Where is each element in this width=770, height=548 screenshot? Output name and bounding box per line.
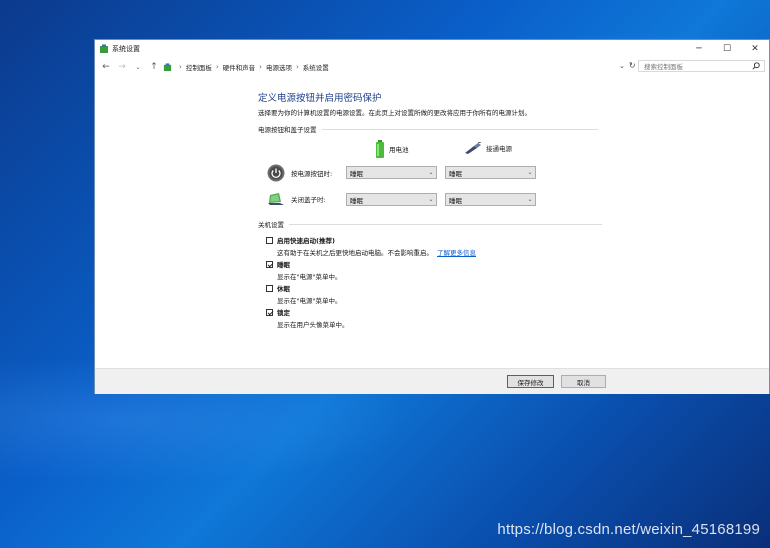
forward-arrow-icon[interactable]: → [117,62,127,72]
breadcrumb-hardware-sound[interactable]: 硬件和声音 [223,62,256,72]
option-fast-startup: 启用快速启动(推荐) 这有助于在关机之后更快地启动电脑。不会影响重启。 了解更多信… [266,235,476,257]
fast-startup-description: 这有助于在关机之后更快地启动电脑。不会影响重启。 [277,249,433,257]
sleep-description: 显示在"电源"菜单中。 [277,273,342,281]
refresh-icon[interactable]: ↻ [629,61,636,70]
search-box[interactable]: 搜索控制面板 [638,60,765,72]
search-input[interactable]: 搜索控制面板 [644,61,752,71]
plugged-column-header: 接通电源 [464,142,512,154]
power-section-label: 电源按钮和盖子设置 [258,126,317,134]
watermark-text: https://blog.csdn.net/weixin_45168199 [497,521,760,538]
breadcrumb-separator-icon: › [259,63,262,71]
power-button-battery-select[interactable]: 睡眠 ⌄ [346,166,437,179]
breadcrumb-separator-icon: › [215,63,219,71]
maximize-button[interactable]: ☐ [713,40,741,58]
chevron-down-icon: ⌄ [527,196,533,203]
save-changes-button[interactable]: 保存修改 [507,375,554,388]
power-button-row: 按电源按钮时: [267,164,332,182]
address-bar: ← → ⌄ ↑ › 控制面板 › 硬件和声音 › 电源选项 › 系统设置 ⌄ ↻… [95,58,769,76]
battery-icon [376,140,384,158]
battery-column-label: 用电池 [389,146,409,154]
power-button-label: 按电源按钮时: [291,170,333,178]
sleep-label[interactable]: 睡眠 [277,259,290,269]
close-lid-battery-select[interactable]: 睡眠 ⌄ [346,193,437,206]
option-hibernate: 休眠 显示在"电源"菜单中。 [266,283,341,305]
option-lock: 锁定 显示在用户头像菜单中。 [266,307,349,329]
lock-label[interactable]: 锁定 [277,307,290,317]
option-sleep: 睡眠 显示在"电源"菜单中。 [266,259,341,281]
up-arrow-icon[interactable]: ↑ [149,62,159,72]
select-value: 睡眠 [449,196,462,205]
minimize-button[interactable]: ─ [685,40,713,58]
footer-bar: 保存修改 取消 [95,368,769,394]
fast-startup-desc: 这有助于在关机之后更快地启动电脑。不会影响重启。 了解更多信息 [277,247,476,257]
breadcrumb-system-settings[interactable]: 系统设置 [303,62,329,72]
plugged-column-label: 接通电源 [486,145,512,153]
title-bar[interactable]: 系统设置 ─ ☐ ✕ [95,40,769,58]
lock-checkbox[interactable] [266,308,273,316]
chevron-down-icon: ⌄ [428,169,434,176]
sleep-checkbox[interactable] [266,260,273,268]
section-divider [289,223,602,225]
shutdown-section-label: 关机设置 [258,221,284,229]
hibernate-description: 显示在"电源"菜单中。 [277,297,342,305]
shutdown-section-header: 关机设置 [258,219,602,229]
section-divider [321,128,598,130]
control-panel-icon [163,62,172,71]
close-lid-plugged-select[interactable]: 睡眠 ⌄ [445,193,536,206]
chevron-down-icon: ⌄ [428,196,434,203]
system-settings-window: 系统设置 ─ ☐ ✕ ← → ⌄ ↑ › 控制面板 › 硬件和声音 › 电源选项… [94,39,770,394]
back-arrow-icon[interactable]: ← [101,62,111,72]
fast-startup-checkbox[interactable] [266,236,273,244]
laptop-lid-icon [268,193,284,205]
close-lid-row: 关闭盖子时: [267,192,326,206]
select-value: 睡眠 [350,169,363,178]
select-value: 睡眠 [449,169,462,178]
select-value: 睡眠 [350,196,363,205]
breadcrumb-separator-icon: › [295,63,299,71]
recent-locations-chevron-icon[interactable]: ⌄ [133,64,143,71]
close-button[interactable]: ✕ [741,40,769,58]
page-title: 定义电源按钮并启用密码保护 [258,93,382,104]
breadcrumb: › 控制面板 › 硬件和声音 › 电源选项 › 系统设置 [163,62,329,72]
page-subtitle: 选择要为你的计算机设置的电源设置。在此页上对设置所做的更改将应用于你所有的电源计… [258,109,531,117]
breadcrumb-power-options[interactable]: 电源选项 [266,62,292,72]
chevron-down-icon: ⌄ [527,169,533,176]
cancel-button[interactable]: 取消 [561,375,606,388]
hibernate-label[interactable]: 休眠 [277,283,290,293]
fast-startup-label[interactable]: 启用快速启动(推荐) [277,235,335,245]
power-button-plugged-select[interactable]: 睡眠 ⌄ [445,166,536,179]
battery-column-header: 用电池 [375,140,409,158]
lock-description: 显示在用户头像菜单中。 [277,321,349,329]
hibernate-checkbox[interactable] [266,284,273,292]
power-plug-icon [465,142,482,154]
close-lid-label: 关闭盖子时: [291,196,326,204]
power-options-icon [100,44,108,53]
breadcrumb-control-panel[interactable]: 控制面板 [186,62,212,72]
search-icon[interactable] [752,62,760,70]
learn-more-link[interactable]: 了解更多信息 [437,249,476,257]
power-section-header: 电源按钮和盖子设置 [258,124,598,134]
window-title: 系统设置 [112,45,140,53]
main-content: 定义电源按钮并启用密码保护 选择要为你的计算机设置的电源设置。在此页上对设置所做… [95,76,769,368]
address-dropdown-icon[interactable]: ⌄ [619,62,625,70]
power-button-icon [267,164,285,182]
breadcrumb-separator-icon: › [179,63,182,71]
